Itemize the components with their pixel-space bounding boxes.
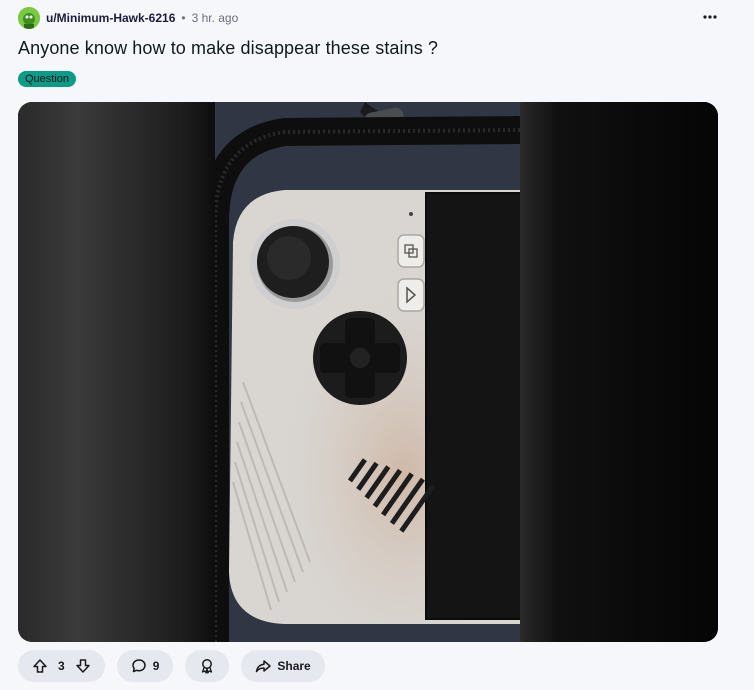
console-photo	[215, 102, 520, 642]
image-blur-left	[18, 102, 215, 642]
post-card: u/Minimum-Hawk-6216 • 3 hr. ago Anyone k…	[0, 0, 754, 690]
post-image[interactable]	[18, 102, 718, 642]
handheld-console-image	[215, 102, 520, 642]
post-title[interactable]: Anyone know how to make disappear these …	[18, 38, 438, 59]
post-meta: u/Minimum-Hawk-6216 • 3 hr. ago	[18, 6, 238, 30]
post-flair[interactable]: Question	[18, 71, 77, 87]
comment-bubble-icon	[131, 659, 146, 673]
image-blur-right	[518, 102, 718, 642]
avatar-icon	[18, 7, 40, 29]
comments-button[interactable]: 9	[116, 650, 174, 682]
post-actions: 3 9 Share	[18, 650, 325, 682]
award-button[interactable]	[185, 650, 230, 682]
upvote-arrow-icon	[33, 659, 47, 673]
share-label: Share	[277, 659, 311, 673]
vote-control: 3	[18, 650, 105, 682]
downvote-button[interactable]	[69, 652, 97, 680]
share-button[interactable]: Share	[241, 650, 325, 682]
meta-separator: •	[181, 11, 186, 25]
upvote-button[interactable]	[26, 652, 54, 680]
more-options-button[interactable]	[694, 8, 726, 26]
award-ribbon-icon	[202, 659, 213, 674]
downvote-arrow-icon	[75, 659, 90, 673]
vote-count: 3	[58, 659, 65, 673]
user-avatar[interactable]	[18, 7, 40, 29]
more-horizontal-icon	[703, 15, 717, 19]
username-link[interactable]: u/Minimum-Hawk-6216	[46, 11, 175, 25]
post-time: 3 hr. ago	[191, 11, 239, 25]
share-arrow-icon	[256, 660, 272, 673]
comment-count: 9	[152, 659, 160, 673]
